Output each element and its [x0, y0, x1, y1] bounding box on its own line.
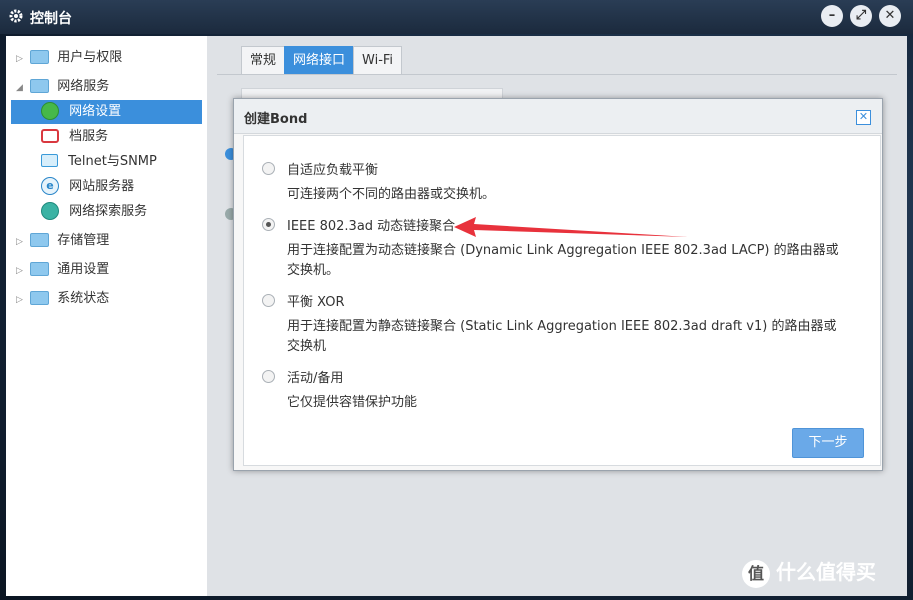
option-label[interactable]: 平衡 XOR — [287, 291, 344, 310]
globe-icon — [41, 101, 59, 120]
folder-icon — [30, 49, 50, 64]
sidebar-item-label: 网站服务器 — [69, 179, 135, 194]
sidebar-item-label: 系统状态 — [57, 291, 110, 306]
close-button[interactable]: ✕ — [879, 5, 901, 27]
watermark: 值什么值得买 — [742, 556, 876, 588]
sidebar-item-users[interactable]: ▷ 用户与权限 — [16, 47, 122, 69]
folder-icon — [30, 290, 50, 305]
option-label[interactable]: 活动/备用 — [287, 367, 343, 386]
tab-wifi[interactable]: Wi-Fi — [353, 46, 403, 74]
radio-active-backup[interactable] — [262, 370, 275, 383]
sidebar-item-general-settings[interactable]: ▷ 通用设置 — [16, 259, 109, 281]
folder-icon — [30, 261, 50, 276]
sidebar: ▷ 用户与权限 ◢ 网络服务 网络设置 档服务 Telnet与SNMP e 网站… — [6, 36, 207, 596]
option-description-line: 它仅提供容错保护功能 — [287, 395, 418, 410]
option-label[interactable]: 自适应负载平衡 — [287, 159, 378, 178]
dialog-body: 自适应负载平衡 可连接两个不同的路由器或交换机。 IEEE 802.3ad 动态… — [243, 135, 881, 466]
sidebar-item-label: Telnet与SNMP — [68, 154, 157, 169]
sidebar-item-network-discovery[interactable]: 网络探索服务 — [41, 201, 147, 223]
next-button[interactable]: 下一步 — [792, 428, 864, 458]
sidebar-item-label: 通用设置 — [57, 262, 110, 277]
sidebar-item-label: 网络服务 — [57, 79, 110, 94]
create-bond-dialog: 创建Bond ✕ 自适应负载平衡 可连接两个不同的路由器或交换机。 IEEE 8… — [233, 98, 883, 471]
tab-network-interface[interactable]: 网络接口 — [284, 46, 355, 74]
option-description-line: 用于连接配置为静态链接聚合 (Static Link Aggregation I… — [287, 319, 837, 334]
sidebar-item-file-services[interactable]: 档服务 — [41, 126, 108, 148]
tab-bar: 常规 网络接口 Wi-Fi — [241, 46, 403, 74]
sidebar-item-label: 网络探索服务 — [69, 204, 148, 219]
sidebar-item-label: 档服务 — [69, 129, 109, 144]
option-description-line: 交换机 — [287, 339, 327, 354]
sidebar-item-network-settings[interactable]: 网络设置 — [11, 100, 202, 124]
sidebar-item-label: 网络设置 — [69, 104, 122, 119]
watermark-logo: 值 — [742, 559, 770, 588]
radio-ieee-8023ad[interactable] — [262, 218, 275, 231]
web-icon: e — [41, 176, 59, 195]
minimize-button[interactable]: – — [821, 5, 843, 27]
option-description: 它仅提供容错保护功能 — [287, 393, 417, 413]
radio-balance-xor[interactable] — [262, 294, 275, 307]
collapse-arrow-icon[interactable]: ◢ — [16, 77, 26, 99]
dialog-header: 创建Bond ✕ — [234, 99, 882, 134]
sidebar-item-system-status[interactable]: ▷ 系统状态 — [16, 288, 109, 310]
option-label[interactable]: IEEE 802.3ad 动态链接聚合 — [287, 215, 455, 234]
discovery-icon — [41, 201, 59, 220]
sidebar-item-label: 用户与权限 — [57, 50, 123, 65]
folder-icon — [30, 232, 50, 247]
sidebar-item-telnet-snmp[interactable]: Telnet与SNMP — [41, 151, 157, 173]
folder-icon — [30, 78, 50, 93]
sidebar-item-network-services[interactable]: ◢ 网络服务 — [16, 76, 109, 98]
radio-adaptive-load-balancing[interactable] — [262, 162, 275, 175]
annotation-arrow-icon — [454, 217, 688, 237]
dialog-close-icon[interactable]: ✕ — [856, 110, 871, 125]
file-service-icon — [41, 128, 59, 143]
sidebar-item-storage[interactable]: ▷ 存储管理 — [16, 230, 109, 252]
option-description-line: 交换机。 — [287, 263, 340, 278]
expand-arrow-icon[interactable]: ▷ — [16, 231, 26, 253]
option-description: 用于连接配置为动态链接聚合 (Dynamic Link Aggregation … — [287, 241, 839, 281]
tab-general[interactable]: 常规 — [241, 46, 286, 74]
expand-arrow-icon[interactable]: ▷ — [16, 48, 26, 70]
maximize-button[interactable]: ⤢ — [850, 5, 872, 27]
dialog-title: 创建Bond — [244, 112, 308, 127]
watermark-text: 什么值得买 — [776, 560, 876, 584]
expand-arrow-icon[interactable]: ▷ — [16, 260, 26, 282]
option-description: 可连接两个不同的路由器或交换机。 — [287, 185, 495, 205]
monitor-icon — [41, 154, 58, 167]
sidebar-item-label: 存储管理 — [57, 233, 110, 248]
title-bar: 控制台 – ⤢ ✕ — [0, 0, 913, 34]
sidebar-item-web-server[interactable]: e 网站服务器 — [41, 176, 134, 198]
option-description: 用于连接配置为静态链接聚合 (Static Link Aggregation I… — [287, 317, 836, 357]
window-title: 控制台 — [30, 11, 72, 27]
option-description-line: 可连接两个不同的路由器或交换机。 — [287, 187, 496, 202]
tab-divider — [217, 74, 897, 75]
expand-arrow-icon[interactable]: ▷ — [16, 289, 26, 311]
gear-icon — [9, 9, 23, 23]
